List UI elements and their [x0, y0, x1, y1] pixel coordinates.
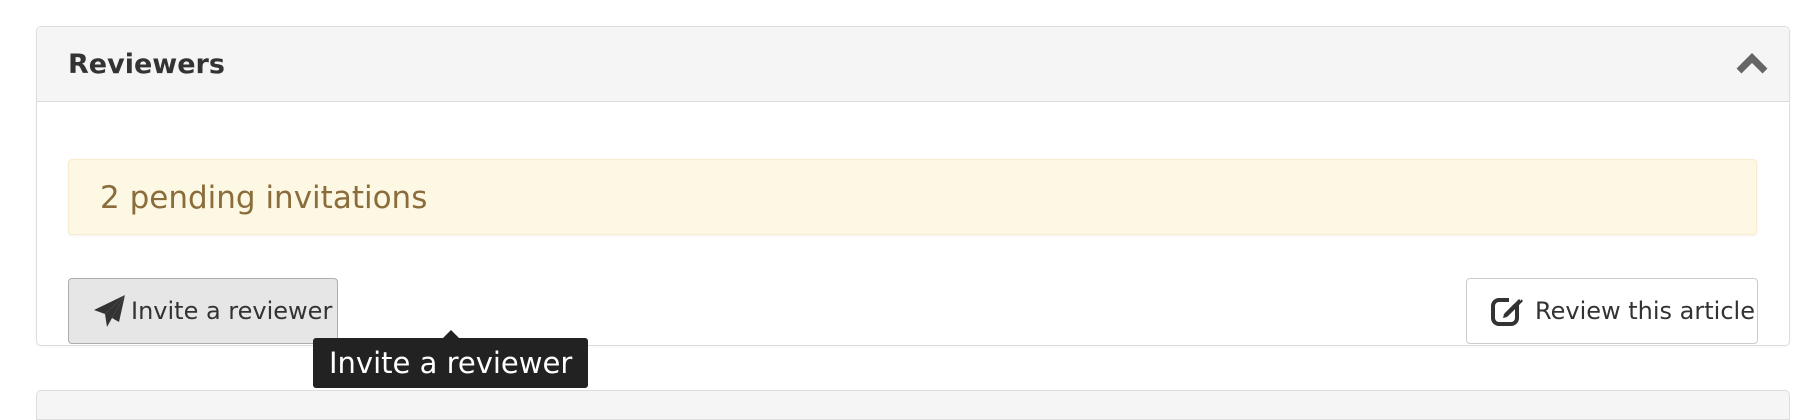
edit-icon	[1489, 292, 1527, 330]
review-article-button[interactable]: Review this article	[1466, 278, 1758, 344]
tooltip-arrow	[442, 330, 459, 338]
chevron-up-icon[interactable]	[1733, 47, 1771, 81]
invite-reviewer-tooltip: Invite a reviewer	[313, 330, 589, 388]
next-panel-header	[36, 390, 1790, 420]
pending-invitations-alert: 2 pending invitations	[68, 159, 1757, 235]
alert-text: 2 pending invitations	[100, 180, 428, 216]
tooltip-text: Invite a reviewer	[329, 346, 573, 380]
invite-reviewer-label: Invite a reviewer	[131, 297, 333, 325]
panel-header[interactable]: Reviewers	[37, 27, 1789, 102]
panel-body: 2 pending invitations Invite a reviewer	[37, 102, 1789, 346]
panel-title: Reviewers	[68, 49, 225, 80]
invite-reviewer-button[interactable]: Invite a reviewer	[68, 278, 338, 344]
paper-plane-icon	[91, 292, 129, 330]
review-article-label: Review this article	[1535, 297, 1755, 325]
reviewers-panel: Reviewers 2 pending invitations Invite a…	[36, 26, 1790, 346]
